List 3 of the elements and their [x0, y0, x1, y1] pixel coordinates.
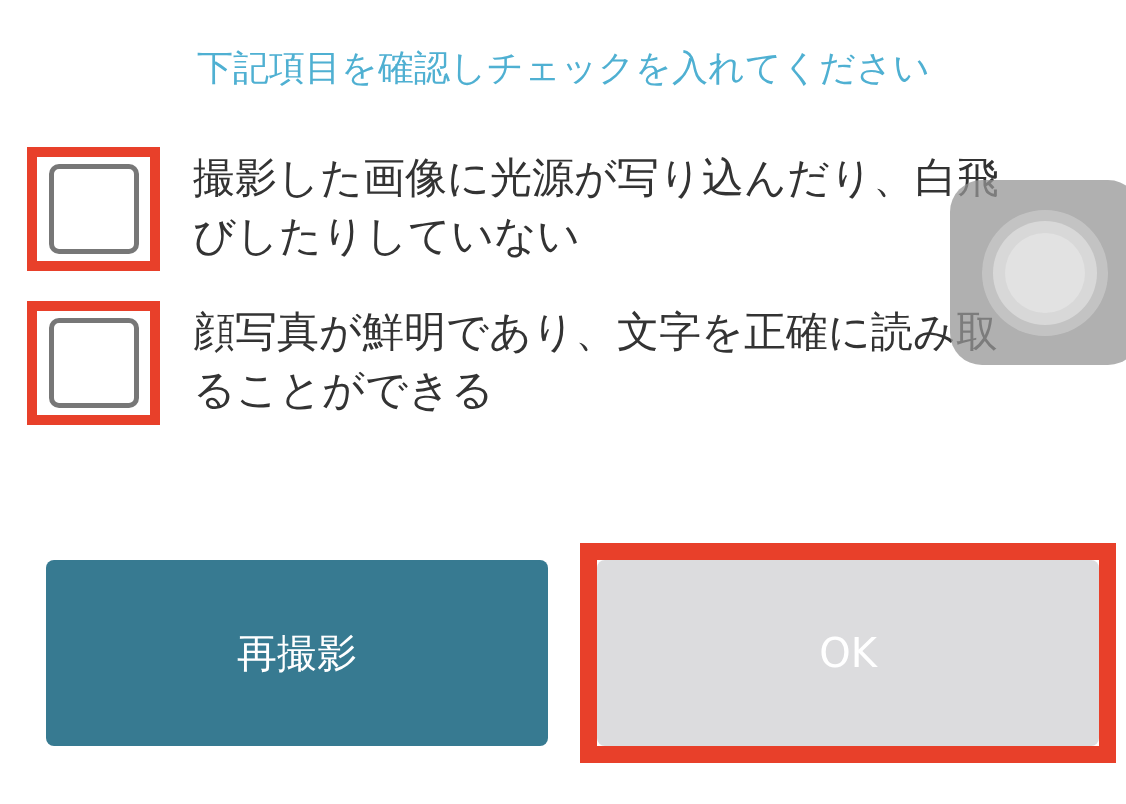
instruction-title: 下記項目を確認しチェックを入れてください — [195, 46, 931, 90]
checkbox-label: 撮影した画像に光源が写り込んだり、白飛びしたりしていない — [193, 152, 1000, 262]
retake-button[interactable]: 再撮影 — [46, 560, 548, 746]
